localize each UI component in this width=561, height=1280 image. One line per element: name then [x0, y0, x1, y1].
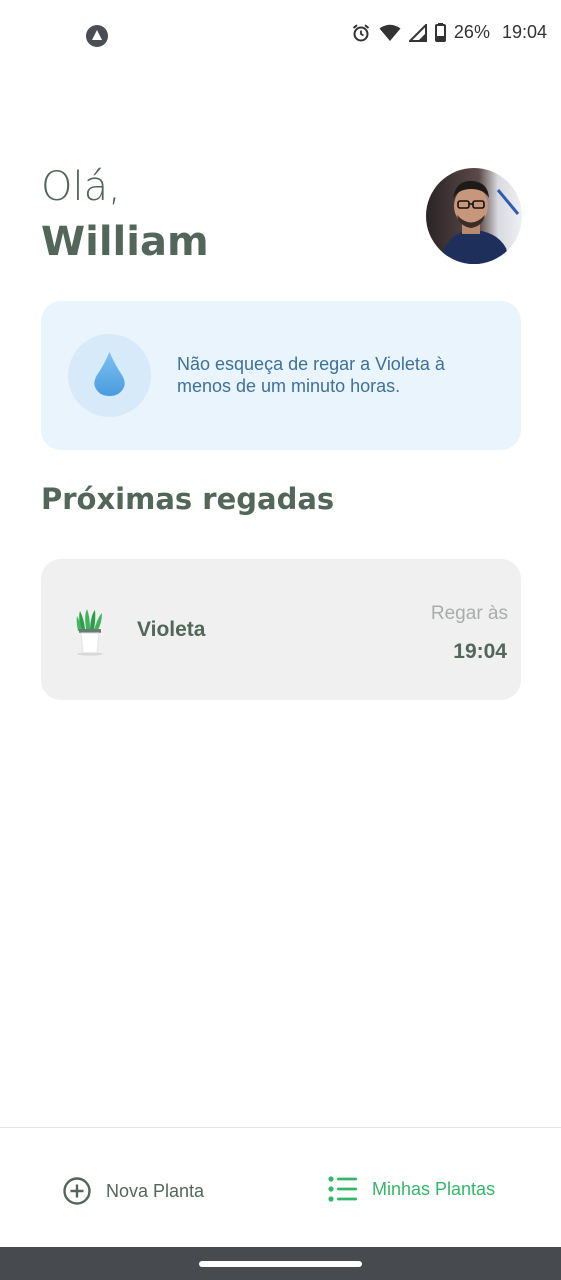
system-navigation-bar — [0, 1247, 561, 1280]
avatar-photo — [426, 168, 522, 264]
status-bar: 26% 19:04 — [0, 0, 561, 72]
section-title: Próximas regadas — [41, 482, 335, 516]
potted-plant-icon — [76, 609, 103, 656]
water-time-label: Regar às — [430, 603, 508, 624]
avatar[interactable] — [426, 168, 522, 264]
status-icons: 26% 19:04 — [351, 22, 547, 43]
wifi-icon — [379, 24, 401, 41]
user-name: William — [41, 219, 209, 265]
tab-my-plants-label: Minhas Plantas — [372, 1178, 496, 1199]
add-circle-icon — [63, 1177, 91, 1205]
app-notification-icon — [86, 25, 108, 47]
bottom-tab-bar: Nova Planta Minhas Plantas — [0, 1127, 561, 1247]
watering-tip-card: Não esqueça de regar a Violeta à menos d… — [41, 301, 521, 450]
status-time: 19:04 — [501, 22, 547, 42]
list-icon — [328, 1176, 357, 1202]
tab-my-plants[interactable]: Minhas Plantas — [328, 1176, 495, 1202]
battery-icon — [434, 23, 446, 42]
home-indicator[interactable] — [199, 1261, 362, 1267]
alarm-icon — [352, 23, 370, 41]
signal-icon — [408, 23, 427, 42]
tab-new-plant[interactable]: Nova Planta — [62, 1176, 204, 1206]
water-time-value: 19:04 — [453, 640, 507, 663]
tip-icon-background — [68, 334, 151, 417]
tab-new-plant-label: Nova Planta — [106, 1180, 205, 1201]
water-drop-icon — [94, 352, 125, 396]
plant-name: Violeta — [137, 618, 206, 641]
tip-message: Não esqueça de regar a Violeta à menos d… — [177, 354, 445, 396]
plant-card[interactable]: Violeta Regar às 19:04 — [41, 559, 521, 700]
greeting-text: Olá, — [41, 164, 121, 210]
battery-percentage: 26% — [453, 22, 490, 42]
